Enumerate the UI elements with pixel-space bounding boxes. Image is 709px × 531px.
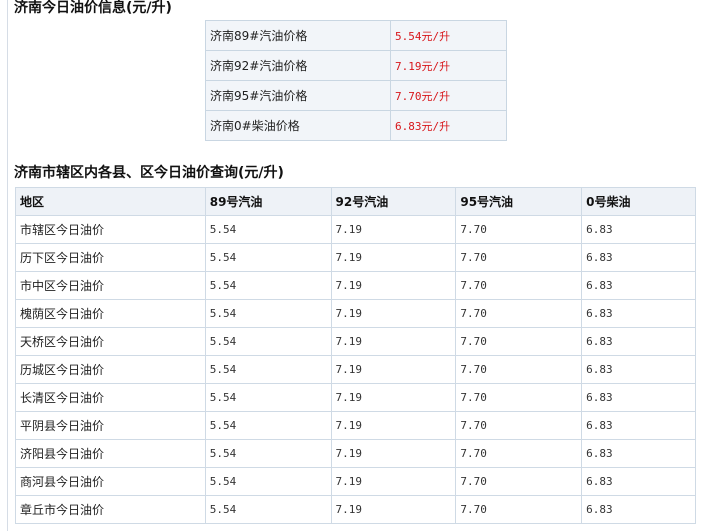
price-92-cell: 7.19: [330, 383, 457, 412]
price-diesel-cell: 6.83: [581, 243, 696, 272]
fuel-price: 5.54元/升: [390, 20, 507, 51]
price-diesel-cell: 6.83: [581, 495, 696, 524]
fuel-name: 济南95#汽油价格: [205, 80, 391, 111]
fuel-name: 济南0#柴油价格: [205, 110, 391, 141]
table-row: 历下区今日油价 5.54 7.19 7.70 6.83: [15, 243, 696, 272]
column-header-diesel: 0号柴油: [581, 187, 696, 216]
price-95-cell: 7.70: [455, 327, 583, 356]
price-92-cell: 7.19: [330, 439, 457, 468]
column-header-92: 92号汽油: [330, 187, 457, 216]
table-row: 市中区今日油价 5.54 7.19 7.70 6.83: [15, 271, 696, 300]
price-95-cell: 7.70: [455, 495, 583, 524]
price-92-cell: 7.19: [330, 215, 457, 244]
price-95-cell: 7.70: [455, 355, 583, 384]
column-header-89: 89号汽油: [204, 187, 332, 216]
price-92-cell: 7.19: [330, 467, 457, 496]
fuel-name: 济南89#汽油价格: [205, 20, 391, 51]
price-diesel-cell: 6.83: [581, 299, 696, 328]
price-89-cell: 5.54: [204, 243, 332, 272]
price-95-cell: 7.70: [455, 271, 583, 300]
district-price-table: 地区 89号汽油 92号汽油 95号汽油 0号柴油 市辖区今日油价 5.54 7.1…: [15, 187, 696, 524]
fuel-price: 7.70元/升: [390, 80, 507, 111]
price-89-cell: 5.54: [204, 383, 332, 412]
fuel-name: 济南92#汽油价格: [205, 50, 391, 81]
region-cell: 济阳县今日油价: [15, 439, 206, 468]
summary-row: 济南95#汽油价格 7.70元/升: [205, 80, 507, 111]
price-89-cell: 5.54: [204, 439, 332, 468]
summary-row: 济南92#汽油价格 7.19元/升: [205, 50, 507, 81]
price-95-cell: 7.70: [455, 243, 583, 272]
region-cell: 商河县今日油价: [15, 467, 206, 496]
district-table-title: 济南市辖区内各县、区今日油价查询(元/升): [14, 165, 284, 181]
table-row: 长清区今日油价 5.54 7.19 7.70 6.83: [15, 383, 696, 412]
price-95-cell: 7.70: [455, 439, 583, 468]
price-95-cell: 7.70: [455, 383, 583, 412]
price-89-cell: 5.54: [204, 495, 332, 524]
price-92-cell: 7.19: [330, 299, 457, 328]
price-95-cell: 7.70: [455, 411, 583, 440]
price-92-cell: 7.19: [330, 495, 457, 524]
summary-row: 济南0#柴油价格 6.83元/升: [205, 110, 507, 141]
price-89-cell: 5.54: [204, 271, 332, 300]
summary-price-table: 济南89#汽油价格 5.54元/升 济南92#汽油价格 7.19元/升 济南95…: [205, 20, 507, 141]
region-cell: 市中区今日油价: [15, 271, 206, 300]
table-row: 商河县今日油价 5.54 7.19 7.70 6.83: [15, 467, 696, 496]
price-95-cell: 7.70: [455, 467, 583, 496]
table-row: 平阴县今日油价 5.54 7.19 7.70 6.83: [15, 411, 696, 440]
summary-title: 济南今日油价信息(元/升): [14, 0, 172, 16]
region-cell: 平阴县今日油价: [15, 411, 206, 440]
price-92-cell: 7.19: [330, 327, 457, 356]
price-diesel-cell: 6.83: [581, 271, 696, 300]
table-row: 槐荫区今日油价 5.54 7.19 7.70 6.83: [15, 299, 696, 328]
table-row: 章丘市今日油价 5.54 7.19 7.70 6.83: [15, 495, 696, 524]
table-row: 济阳县今日油价 5.54 7.19 7.70 6.83: [15, 439, 696, 468]
region-cell: 历下区今日油价: [15, 243, 206, 272]
summary-row: 济南89#汽油价格 5.54元/升: [205, 20, 507, 51]
price-diesel-cell: 6.83: [581, 467, 696, 496]
price-diesel-cell: 6.83: [581, 411, 696, 440]
region-cell: 长清区今日油价: [15, 383, 206, 412]
table-row: 天桥区今日油价 5.54 7.19 7.70 6.83: [15, 327, 696, 356]
price-89-cell: 5.54: [204, 327, 332, 356]
price-89-cell: 5.54: [204, 299, 332, 328]
region-cell: 槐荫区今日油价: [15, 299, 206, 328]
price-diesel-cell: 6.83: [581, 383, 696, 412]
region-cell: 市辖区今日油价: [15, 215, 206, 244]
column-header-95: 95号汽油: [455, 187, 583, 216]
price-diesel-cell: 6.83: [581, 327, 696, 356]
price-92-cell: 7.19: [330, 271, 457, 300]
region-cell: 历城区今日油价: [15, 355, 206, 384]
region-cell: 章丘市今日油价: [15, 495, 206, 524]
fuel-price: 7.19元/升: [390, 50, 507, 81]
price-89-cell: 5.54: [204, 467, 332, 496]
price-92-cell: 7.19: [330, 243, 457, 272]
left-border-line: [7, 0, 8, 531]
price-92-cell: 7.19: [330, 411, 457, 440]
price-diesel-cell: 6.83: [581, 439, 696, 468]
column-header-region: 地区: [15, 187, 206, 216]
table-row: 市辖区今日油价 5.54 7.19 7.70 6.83: [15, 215, 696, 244]
district-table-body: 市辖区今日油价 5.54 7.19 7.70 6.83 历下区今日油价 5.54 7.19 7.…: [15, 215, 696, 524]
price-95-cell: 7.70: [455, 299, 583, 328]
table-header-row: 地区 89号汽油 92号汽油 95号汽油 0号柴油: [15, 187, 696, 216]
price-89-cell: 5.54: [204, 411, 332, 440]
price-95-cell: 7.70: [455, 215, 583, 244]
fuel-price: 6.83元/升: [390, 110, 507, 141]
price-89-cell: 5.54: [204, 215, 332, 244]
price-diesel-cell: 6.83: [581, 215, 696, 244]
price-diesel-cell: 6.83: [581, 355, 696, 384]
table-row: 历城区今日油价 5.54 7.19 7.70 6.83: [15, 355, 696, 384]
price-92-cell: 7.19: [330, 355, 457, 384]
price-89-cell: 5.54: [204, 355, 332, 384]
region-cell: 天桥区今日油价: [15, 327, 206, 356]
